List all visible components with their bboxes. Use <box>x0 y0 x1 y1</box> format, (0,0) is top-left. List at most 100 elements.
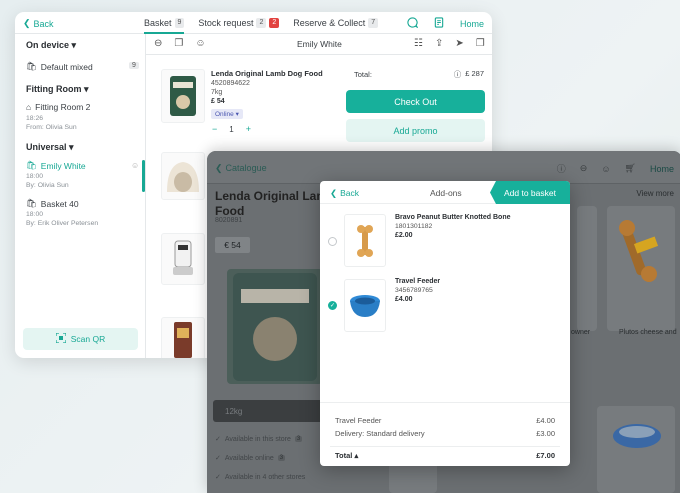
section-heading: Fitting Room <box>26 84 82 94</box>
availability-label: Available in 4 other stores <box>224 473 306 481</box>
user-icon[interactable]: ☺ <box>601 164 610 174</box>
minus-circle-icon[interactable]: ⊖ <box>154 38 162 49</box>
add-promo-button[interactable]: Add promo <box>346 119 485 142</box>
catalogue-top-actions: ⓘ ⊖ ☺ 🛒︎ Home <box>557 162 674 175</box>
addon-radio-2[interactable]: ✓ <box>328 301 337 310</box>
total-label: Total <box>335 451 353 460</box>
availability-store[interactable]: ✓ Available in this store 3 <box>215 435 303 443</box>
chevron-left-icon: ❮ <box>23 18 31 28</box>
addon-price: £2.00 <box>395 232 413 239</box>
customer-name[interactable]: Emily White <box>297 39 342 49</box>
home-link[interactable]: Home <box>460 19 484 29</box>
availability-online[interactable]: ✓ Available online 3 <box>215 454 286 462</box>
tab-reserve-collect[interactable]: Reserve & Collect 7 <box>293 18 379 28</box>
chat-icon[interactable] <box>407 17 419 31</box>
product-image[interactable] <box>161 69 205 123</box>
total-amount: £ 287 <box>465 69 484 78</box>
check-icon: ✓ <box>215 474 221 481</box>
section-on-device[interactable]: On device ▾ <box>26 40 76 51</box>
addon-price: £4.00 <box>395 296 413 303</box>
tab-stock-request[interactable]: Stock request 2 2 <box>198 18 280 28</box>
quantity-value: 1 <box>229 124 234 134</box>
send-icon[interactable]: ➤ <box>455 38 463 49</box>
tab-basket[interactable]: Basket 9 <box>144 18 185 34</box>
total-label: Total: <box>354 70 372 79</box>
basket-sidebar: On device ▾ 🛍︎ Default mixed 9 Fitting R… <box>15 34 146 358</box>
product-image[interactable] <box>161 233 205 285</box>
quantity-stepper: − 1 + <box>212 124 251 134</box>
section-heading: Universal <box>26 142 67 152</box>
sidebar-item-emily-white[interactable]: 🛍︎ Emily White <box>26 160 86 171</box>
back-label: Catalogue <box>225 163 267 173</box>
section-fitting-room[interactable]: Fitting Room ▾ <box>26 84 89 95</box>
basket-icon: 🛍︎ <box>26 61 37 71</box>
channel-select[interactable]: Online ▾ <box>211 109 243 119</box>
plus-icon[interactable]: + <box>246 124 251 134</box>
summary-total-row[interactable]: Total ▴ £7.00 <box>335 451 555 460</box>
addons-summary: Travel Feeder £4.00 Delivery: Standard d… <box>320 402 570 466</box>
home-link[interactable]: Home <box>650 164 674 174</box>
related-product-name: owner <box>571 329 591 336</box>
related-card[interactable] <box>577 206 597 331</box>
share-icon[interactable]: ⇪ <box>435 38 443 49</box>
caret-down-icon: ▾ <box>235 111 239 118</box>
minus-icon[interactable]: − <box>212 124 217 134</box>
product-hero-image <box>227 269 323 384</box>
sidebar-item-fitting-room-2[interactable]: ⌂ Fitting Room 2 <box>26 102 90 112</box>
summary-label: Travel Feeder <box>335 416 382 425</box>
qr-code-icon <box>55 332 67 345</box>
scan-qr-button[interactable]: Scan QR <box>23 328 138 350</box>
addon-radio-1[interactable] <box>328 237 337 246</box>
active-indicator <box>142 160 145 192</box>
total-value: £7.00 <box>536 451 555 460</box>
section-universal[interactable]: Universal ▾ <box>26 142 74 153</box>
tab-count: 7 <box>368 18 379 28</box>
total-value: ⓘ £ 287 <box>454 69 484 80</box>
chevron-left-icon: ❮ <box>330 188 338 198</box>
receipt-icon[interactable]: ☷ <box>414 38 423 49</box>
copy-icon[interactable]: ❐ <box>476 38 485 49</box>
item-time: 18:00 <box>26 173 44 180</box>
caret-up-icon: ▴ <box>354 451 359 460</box>
product-name[interactable]: Lenda Original Lamb Dog Food <box>211 69 323 78</box>
basket-tools: ⊖ ❐ ☺ <box>154 38 206 49</box>
catalogue-back-button[interactable]: ❮ Catalogue <box>215 163 267 174</box>
add-to-basket-button[interactable]: Add to basket <box>490 181 570 204</box>
check-icon: ✓ <box>329 303 336 309</box>
modal-title: Add-ons <box>430 188 462 198</box>
availability-count: 3 <box>277 455 286 461</box>
user-icon[interactable]: ☺ <box>195 38 205 49</box>
availability-other-stores[interactable]: ✓ Available in 4 other stores <box>215 473 306 482</box>
item-owner: From: Olivia Sun <box>26 124 77 131</box>
view-more-link[interactable]: View more <box>636 189 674 198</box>
info-icon[interactable]: ⓘ <box>557 162 566 175</box>
product-image[interactable] <box>161 317 205 358</box>
product-image[interactable] <box>161 152 205 200</box>
divider <box>330 446 560 447</box>
product-price: € 54 <box>215 237 250 253</box>
basket-icon: 🛍︎ <box>26 198 37 208</box>
document-icon[interactable] <box>434 17 444 31</box>
sidebar-item-basket-40[interactable]: 🛍︎ Basket 40 <box>26 198 79 209</box>
back-button[interactable]: ❮ Back <box>23 18 54 29</box>
scan-icon[interactable]: ❐ <box>174 38 183 49</box>
hanger-icon: ⌂ <box>26 102 32 112</box>
related-card[interactable] <box>607 206 675 331</box>
product-price: £ 54 <box>211 98 225 105</box>
check-icon: ✓ <box>215 455 221 462</box>
sidebar-item-label: Fitting Room 2 <box>35 102 91 112</box>
related-card[interactable] <box>597 406 675 493</box>
item-time: 18:26 <box>26 115 44 122</box>
tab-count: 2 <box>256 18 267 28</box>
back-label: Back <box>33 18 54 29</box>
info-icon[interactable]: ⓘ <box>454 69 462 80</box>
addon-name: Bravo Peanut Butter Knotted Bone <box>395 214 511 221</box>
check-icon: ✓ <box>215 436 221 443</box>
modal-back-button[interactable]: ❮ Back <box>330 188 359 199</box>
minus-circle-icon[interactable]: ⊖ <box>580 163 588 174</box>
item-time: 18:00 <box>26 211 44 218</box>
addons-modal: ❮ Back Add-ons Add to basket Bravo Peanu… <box>320 181 570 466</box>
check-out-button[interactable]: Check Out <box>346 90 485 113</box>
sidebar-item-default-mixed[interactable]: 🛍︎ Default mixed <box>26 61 93 72</box>
cart-icon[interactable]: 🛒︎ <box>625 163 636 174</box>
